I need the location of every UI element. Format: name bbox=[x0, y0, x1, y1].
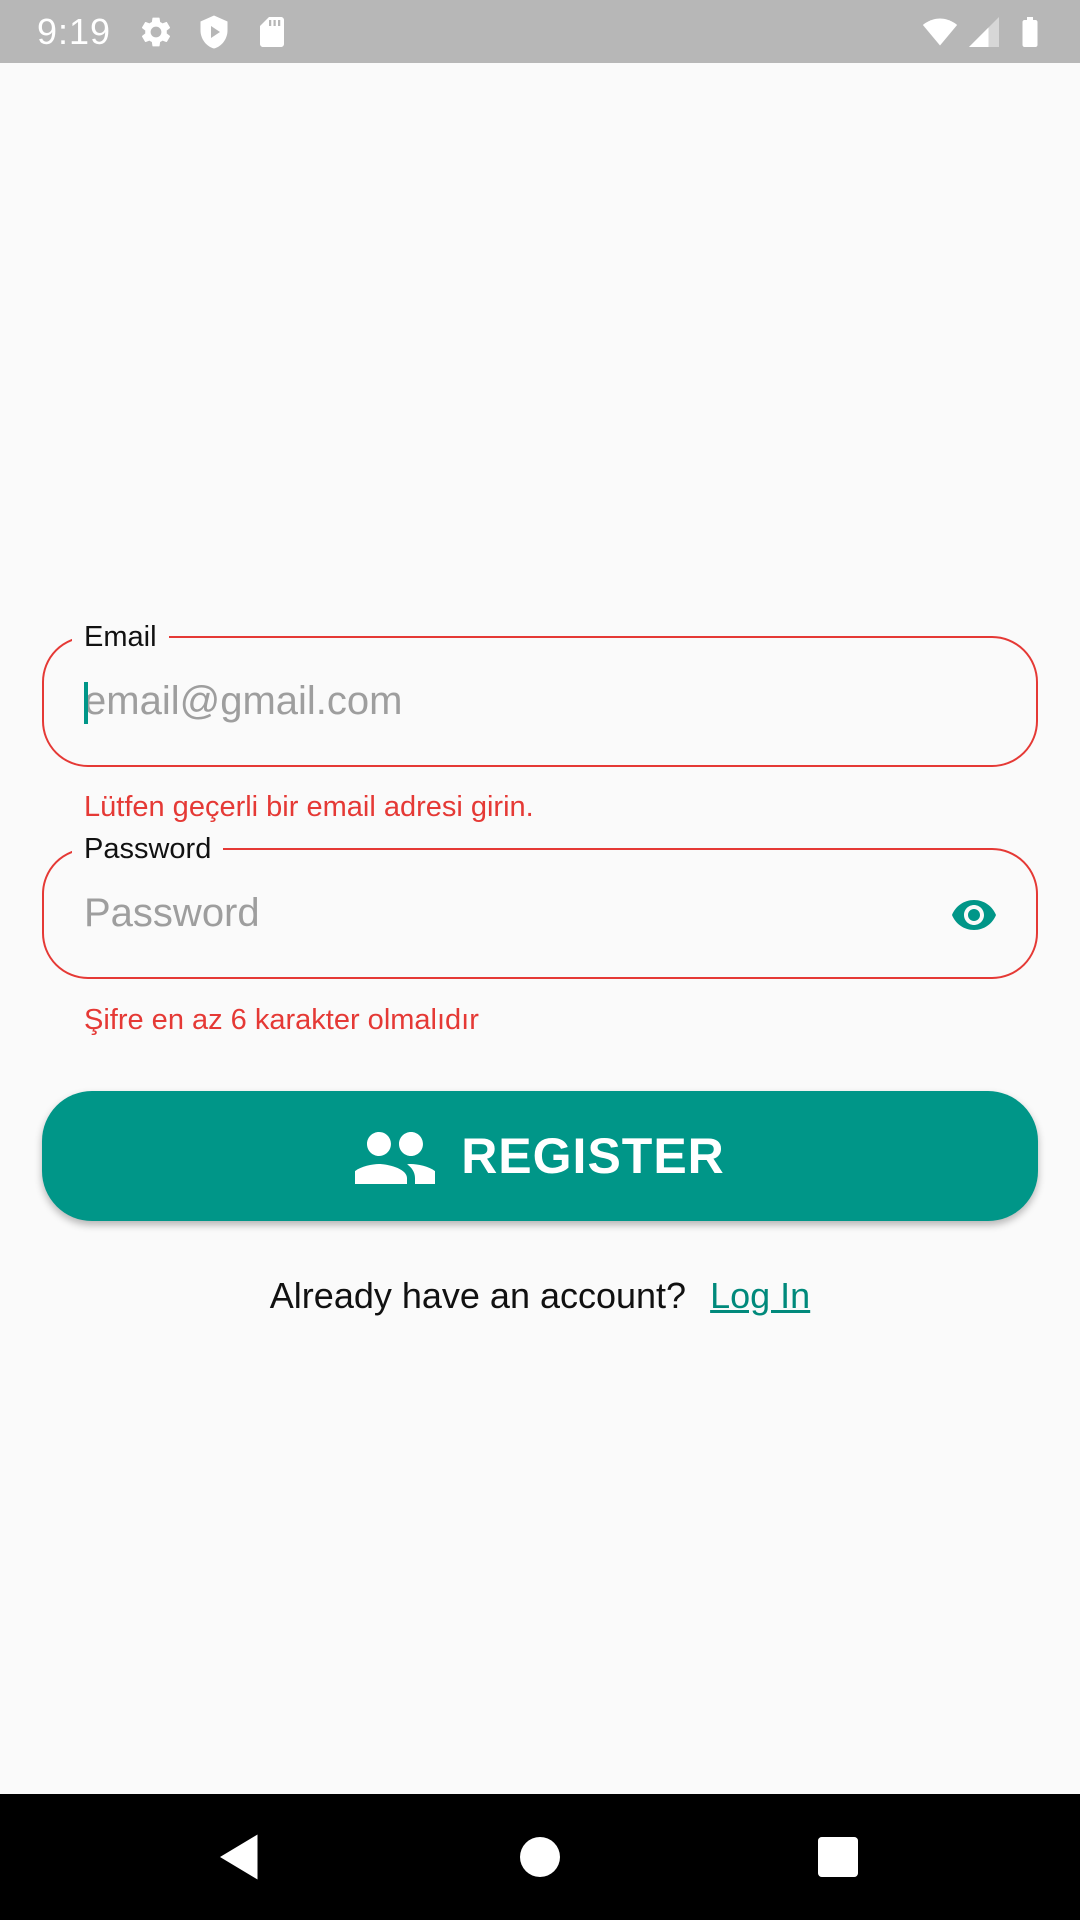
shield-play-icon bbox=[196, 14, 232, 50]
battery-icon bbox=[1012, 14, 1048, 50]
back-icon bbox=[220, 1834, 258, 1880]
password-error-text: Şifre en az 6 karakter olmalıdır bbox=[84, 1004, 479, 1036]
sd-card-icon bbox=[254, 14, 290, 50]
password-input[interactable] bbox=[84, 850, 944, 977]
status-time: 9:19 bbox=[37, 11, 112, 52]
email-field[interactable]: Email bbox=[42, 619, 1038, 767]
wifi-icon bbox=[922, 14, 958, 50]
email-error-text: Lütfen geçerli bir email adresi girin. bbox=[84, 791, 534, 823]
email-input[interactable] bbox=[84, 638, 944, 765]
recents-button[interactable] bbox=[808, 1827, 868, 1887]
login-prompt-text: Already have an account? bbox=[269, 1275, 687, 1316]
settings-icon bbox=[138, 14, 174, 50]
recents-icon bbox=[818, 1837, 858, 1877]
password-field[interactable]: Password bbox=[42, 831, 1038, 979]
people-icon bbox=[355, 1128, 436, 1184]
register-button[interactable]: REGISTER bbox=[42, 1091, 1038, 1221]
login-prompt: Already have an account? Log In bbox=[0, 1272, 1080, 1320]
eye-icon bbox=[952, 900, 996, 930]
navigation-bar bbox=[0, 1794, 1080, 1920]
password-visibility-toggle[interactable] bbox=[944, 885, 1004, 945]
login-link[interactable]: Log In bbox=[710, 1275, 810, 1316]
status-bar: 9:19 bbox=[0, 0, 1080, 63]
home-icon bbox=[520, 1837, 560, 1877]
register-label: REGISTER bbox=[461, 1128, 725, 1184]
back-button[interactable] bbox=[210, 1827, 270, 1887]
cell-signal-icon bbox=[966, 14, 1002, 50]
text-cursor bbox=[84, 682, 88, 724]
home-button[interactable] bbox=[510, 1827, 570, 1887]
